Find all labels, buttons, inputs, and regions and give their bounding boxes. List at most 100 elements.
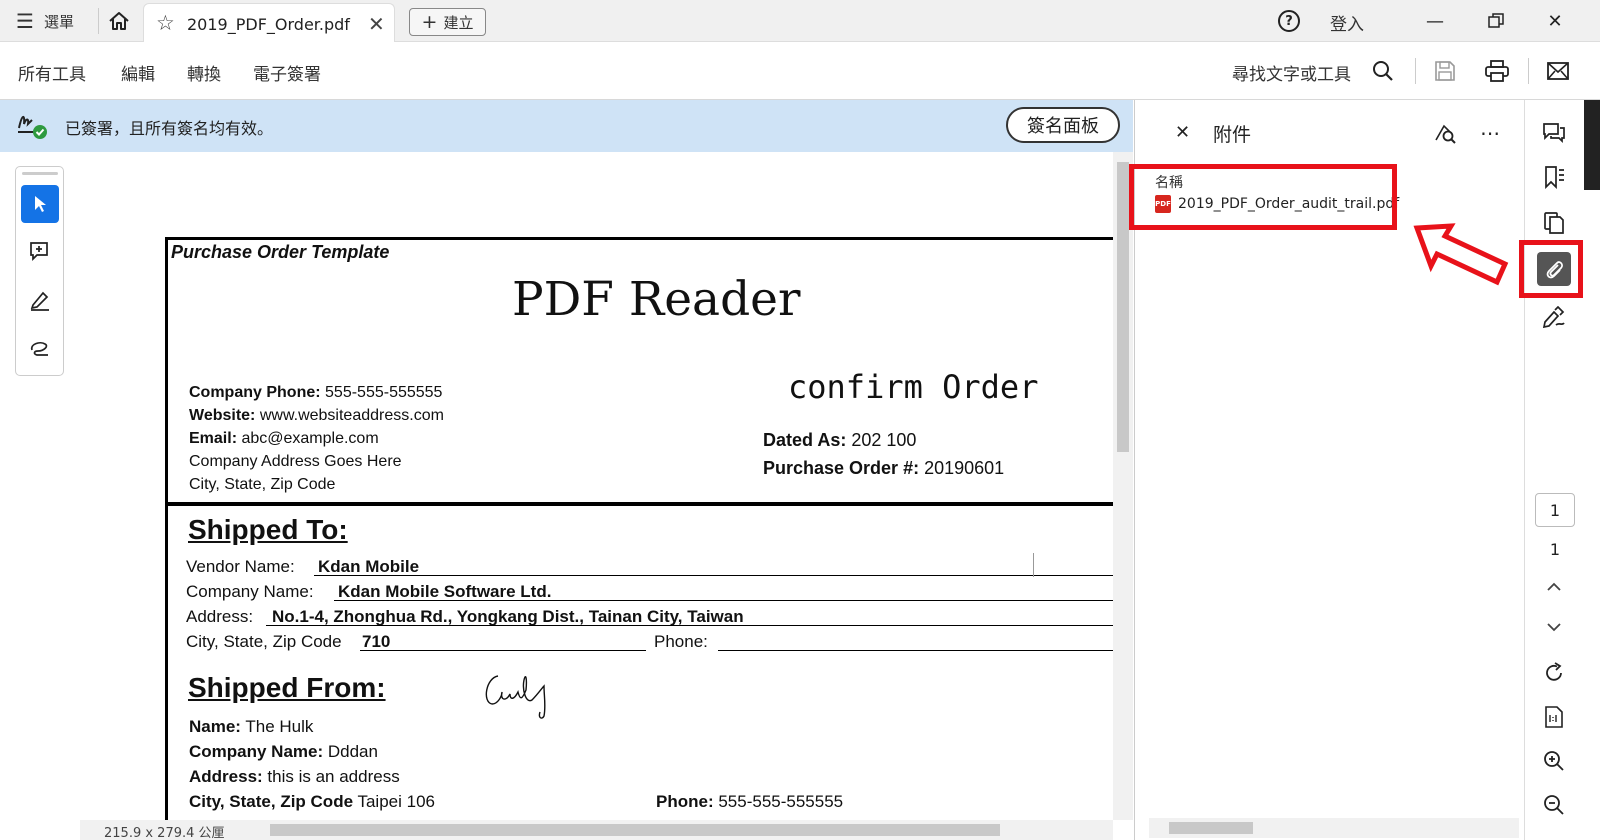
total-pages: 1 (1549, 540, 1561, 559)
panel-title: 附件 (1213, 124, 1252, 146)
page-dimensions: 215.9 x 279.4 公厘 (104, 826, 225, 840)
search-icon[interactable] (1370, 58, 1396, 84)
panel-horizontal-scrollbar[interactable] (1149, 818, 1519, 838)
company-address: Company Address Goes Here (189, 453, 402, 470)
bookmarks-button[interactable] (1537, 160, 1571, 194)
pages-icon (1544, 212, 1564, 234)
draw-tool-button[interactable] (21, 329, 59, 367)
document-horizontal-scrollbar[interactable]: 215.9 x 279.4 公厘 (80, 820, 1113, 840)
signature-panel-button[interactable]: 簽名面板 (1006, 107, 1120, 143)
menu-e-sign[interactable]: 電子簽署 (253, 60, 321, 85)
address-underline (266, 625, 1113, 626)
document-viewer: Purchase Order Template PDF Reader confi… (0, 152, 1133, 840)
menu-edit[interactable]: 編輯 (121, 60, 155, 85)
sign-button[interactable] (1537, 300, 1571, 334)
scroll-thumb[interactable] (1117, 162, 1129, 452)
current-page-input[interactable]: 1 (1535, 493, 1575, 527)
signature-valid-icon (16, 110, 50, 142)
signature-status-message: 已簽署，且所有簽名均有效。 (65, 119, 274, 138)
zoom-out-icon (1544, 795, 1564, 815)
close-tab-icon[interactable]: ✕ (368, 12, 385, 36)
company-name-label: Company Name: (186, 582, 314, 601)
print-icon[interactable] (1484, 58, 1510, 84)
home-button[interactable] (106, 9, 132, 33)
document-tab[interactable]: ☆ 2019_PDF_Order.pdf ✕ (143, 3, 395, 42)
zoom-in-icon (1544, 751, 1564, 771)
save-icon[interactable] (1432, 58, 1458, 84)
from-city: City, State, Zip Code Taipei 106 (189, 792, 435, 811)
search-attachment-icon[interactable] (1431, 120, 1457, 146)
window-edge (1584, 100, 1600, 190)
confirm-order-text: confirm Order (788, 368, 1039, 406)
highlight-tool-button[interactable] (21, 281, 59, 319)
scroll-thumb[interactable] (270, 824, 1000, 836)
vendor-name-value: Kdan Mobile (318, 557, 420, 576)
from-company: Company Name: Dddan (189, 742, 378, 761)
lasso-icon (30, 341, 48, 356)
star-icon[interactable]: ☆ (156, 11, 175, 35)
template-title: Purchase Order Template (171, 242, 390, 262)
previous-page-button[interactable] (1537, 570, 1571, 604)
city-label: City, State, Zip Code (186, 632, 342, 651)
minimize-icon[interactable]: — (1420, 6, 1450, 36)
restore-icon[interactable] (1481, 6, 1511, 36)
pages-button[interactable] (1537, 206, 1571, 240)
chevron-up-icon (1547, 582, 1561, 591)
home-icon (109, 12, 129, 30)
right-tool-rail: 1 1 (1519, 100, 1584, 840)
divider (1528, 58, 1529, 84)
help-icon[interactable]: ? (1278, 10, 1300, 32)
pen-icon (30, 291, 49, 311)
menu-button[interactable]: ☰ 選單 (16, 9, 74, 33)
text-caret (1033, 553, 1034, 577)
plus-icon: + (421, 11, 438, 33)
zoom-in-button[interactable] (1537, 744, 1571, 778)
sign-pen-icon (1542, 306, 1565, 328)
left-tool-palette (15, 166, 64, 376)
menu-all-tools[interactable]: 所有工具 (18, 60, 86, 85)
search-tools-label[interactable]: 尋找文字或工具 (1232, 60, 1351, 85)
menu-convert[interactable]: 轉換 (187, 60, 221, 85)
company-phone: Company Phone: 555-555-555555 (189, 384, 443, 401)
rotate-icon (1546, 662, 1562, 681)
highlight-box (1129, 164, 1397, 230)
more-options-icon[interactable]: ⋯ (1477, 120, 1503, 146)
from-phone: Phone: 555-555-555555 (656, 792, 844, 811)
email: Email: abc@example.com (189, 430, 379, 447)
address-label: Address: (186, 607, 254, 626)
phone-underline (718, 650, 1113, 651)
shipped-from-heading: Shipped From: (188, 672, 386, 703)
document-vertical-scrollbar[interactable] (1113, 152, 1133, 820)
vendor-underline (314, 575, 1113, 576)
actual-size-button[interactable] (1537, 700, 1571, 734)
next-page-button[interactable] (1537, 610, 1571, 644)
signature-banner: 已簽署，且所有簽名均有效。 簽名面板 (0, 100, 1133, 152)
close-window-icon[interactable]: ✕ (1540, 6, 1570, 36)
close-panel-icon[interactable]: ✕ (1175, 122, 1190, 143)
mail-icon[interactable] (1545, 58, 1571, 84)
menu-label: 選單 (43, 12, 74, 31)
create-label: 建立 (443, 13, 474, 32)
website: Website: www.websiteaddress.com (189, 407, 444, 424)
scroll-thumb[interactable] (1169, 822, 1253, 834)
chevron-down-icon (1547, 623, 1561, 632)
drag-handle[interactable] (22, 172, 58, 175)
zoom-out-button[interactable] (1537, 788, 1571, 822)
sign-in-button[interactable]: 登入 (1330, 10, 1364, 35)
bookmark-icon (1545, 166, 1564, 189)
pdf-page: Purchase Order Template PDF Reader confi… (165, 237, 1113, 837)
section-divider (168, 502, 1113, 506)
divider (98, 8, 99, 34)
city-underline (360, 650, 646, 651)
cursor-icon (35, 196, 46, 212)
city-value: 710 (362, 632, 391, 651)
comments-button[interactable] (1537, 116, 1571, 150)
address-value: No.1-4, Zhonghua Rd., Yongkang Dist., Ta… (272, 607, 744, 626)
select-tool-button[interactable] (21, 185, 59, 223)
from-name: Name: The Hulk (189, 717, 314, 736)
add-comment-tool-button[interactable] (21, 233, 59, 271)
rotate-button[interactable] (1537, 656, 1571, 690)
create-button[interactable]: + 建立 (409, 8, 486, 36)
divider (1415, 58, 1416, 84)
vendor-name-label: Vendor Name: (186, 557, 295, 576)
